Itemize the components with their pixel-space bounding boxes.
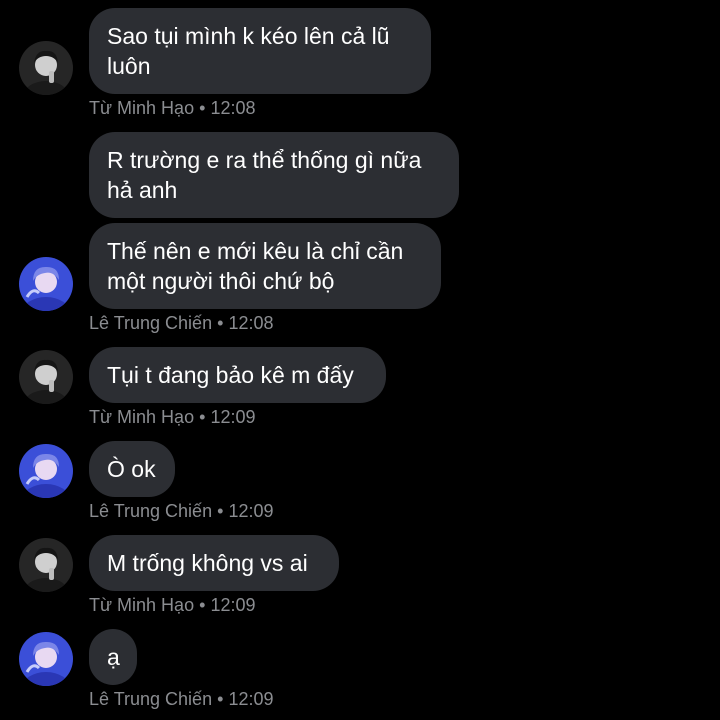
message-meta: Lê Trung Chiến • 12:09 [89,500,273,522]
blue-portrait-avatar-icon [19,632,73,686]
avatar-chien[interactable] [19,632,73,686]
message-line: Sao tụi mình k kéo lên cả lũ [107,23,390,49]
avatar-minh[interactable] [19,350,73,404]
message-line: Tụi t đang bảo kê m đấy [107,362,354,388]
message-bubble[interactable]: ạ [89,629,137,685]
message-line: luôn [107,53,151,79]
message-bubble[interactable]: R trường e ra thể thống gì nữa hả anh [89,132,459,218]
sender-name: Lê Trung Chiến [89,313,213,333]
avatar-chien[interactable] [19,444,73,498]
message-line: một người thôi chứ bộ [107,268,335,294]
meta-separator: • [199,595,206,615]
message-meta: Lê Trung Chiến • 12:09 [89,688,273,710]
meta-separator: • [199,98,206,118]
message-bubble[interactable]: M trống không vs ai [89,535,339,591]
message-meta: Từ Minh Hạo • 12:09 [89,406,255,428]
message-time: 12:08 [228,313,274,333]
message-meta: Từ Minh Hạo • 12:08 [89,97,255,119]
message-line: Ò ok [107,456,156,482]
message-line: R trường e ra thể thống gì nữa [107,147,422,173]
message-time: 12:09 [210,595,256,615]
message-line: M trống không vs ai [107,550,308,576]
blue-portrait-avatar-icon [19,257,73,311]
message-time: 12:08 [210,98,256,118]
message-bubble[interactable]: Tụi t đang bảo kê m đấy [89,347,386,403]
avatar-minh[interactable] [19,41,73,95]
message-line: Thế nên e mới kêu là chỉ cần [107,238,404,264]
chat-thread: Sao tụi mình k kéo lên cả lũ luôn Từ Min… [0,0,720,720]
sender-name: Từ Minh Hạo [89,407,195,427]
message-bubble[interactable]: Sao tụi mình k kéo lên cả lũ luôn [89,8,431,94]
meta-separator: • [199,407,206,427]
blue-portrait-avatar-icon [19,444,73,498]
message-line: hả anh [107,177,178,203]
message-time: 12:09 [210,407,256,427]
grayscale-portrait-avatar-icon [19,538,73,592]
message-line: ạ [107,644,120,670]
sender-name: Lê Trung Chiến [89,501,213,521]
sender-name: Từ Minh Hạo [89,595,195,615]
message-meta: Từ Minh Hạo • 12:09 [89,594,255,616]
sender-name: Lê Trung Chiến [89,689,213,709]
grayscale-portrait-avatar-icon [19,350,73,404]
grayscale-portrait-avatar-icon [19,41,73,95]
meta-separator: • [217,501,224,521]
message-time: 12:09 [228,689,274,709]
meta-separator: • [217,689,224,709]
avatar-chien[interactable] [19,257,73,311]
message-bubble[interactable]: Thế nên e mới kêu là chỉ cần một người t… [89,223,441,309]
message-meta: Lê Trung Chiến • 12:08 [89,312,273,334]
message-time: 12:09 [228,501,274,521]
meta-separator: • [217,313,224,333]
sender-name: Từ Minh Hạo [89,98,195,118]
avatar-minh[interactable] [19,538,73,592]
message-bubble[interactable]: Ò ok [89,441,175,497]
